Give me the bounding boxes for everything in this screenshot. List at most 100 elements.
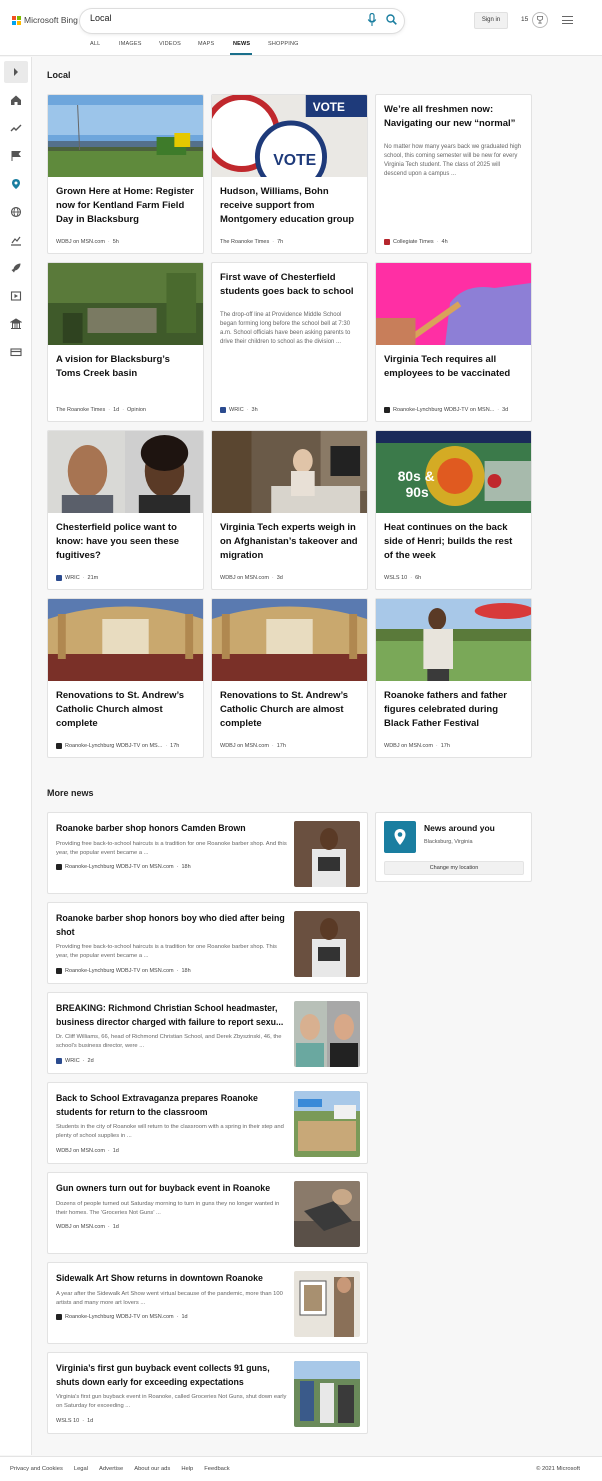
change-location-button[interactable]: Change my location xyxy=(384,861,524,875)
tab-all[interactable]: ALL xyxy=(90,41,100,47)
search-icon[interactable] xyxy=(386,14,397,25)
globe-icon[interactable] xyxy=(10,206,22,218)
bing-logo[interactable]: Microsoft Bing xyxy=(12,15,78,25)
card-title[interactable]: We’re all freshmen now: Navigating our n… xyxy=(384,103,523,131)
trending-icon[interactable] xyxy=(10,122,22,134)
card-title[interactable]: Virginia Tech requires all employees to … xyxy=(384,353,523,381)
card-source: The Roanoke Times xyxy=(220,239,270,245)
card-thumbnail xyxy=(376,599,531,681)
news-card[interactable]: We’re all freshmen now: Navigating our n… xyxy=(375,94,532,254)
sign-in-button[interactable]: Sign in xyxy=(474,12,508,29)
tab-videos[interactable]: VIDEOS xyxy=(159,41,181,47)
flag-icon[interactable] xyxy=(10,150,22,162)
footer-link-legal[interactable]: Legal xyxy=(74,1466,88,1472)
item-title[interactable]: Sidewalk Art Show returns in downtown Ro… xyxy=(56,1272,290,1286)
news-card[interactable]: Renovations to St. Andrew’s Catholic Chu… xyxy=(47,598,204,758)
news-card[interactable]: A vision for Blacksburg’s Toms Creek bas… xyxy=(47,262,204,422)
home-icon[interactable] xyxy=(10,94,22,106)
card-title[interactable]: Grown Here at Home: Register now for Ken… xyxy=(56,185,195,227)
copyright: © 2021 Microsoft xyxy=(536,1466,580,1472)
news-card[interactable]: Virginia Tech requires all employees to … xyxy=(375,262,532,422)
item-title[interactable]: Gun owners turn out for buyback event in… xyxy=(56,1182,290,1196)
item-thumbnail xyxy=(294,1181,360,1247)
card-time: 6h xyxy=(415,575,422,581)
wric-icon xyxy=(220,407,226,413)
card-title[interactable]: Hudson, Williams, Bohn receive support f… xyxy=(220,185,359,227)
tab-maps[interactable]: MAPS xyxy=(198,41,214,47)
search-box[interactable] xyxy=(80,9,404,33)
item-title[interactable]: BREAKING: Richmond Christian School head… xyxy=(56,1002,290,1029)
news-card[interactable]: Grown Here at Home: Register now for Ken… xyxy=(47,94,204,254)
item-snippet: Students in the city of Roanoke will ret… xyxy=(56,1124,284,1139)
card-time: 21m xyxy=(87,575,99,581)
card-time: 7h xyxy=(277,239,284,245)
card-thumbnail xyxy=(48,95,203,177)
rocket-icon[interactable] xyxy=(10,262,22,274)
news-card[interactable]: VOTE VOTE Hudson, Williams, Bohn receive… xyxy=(211,94,368,254)
news-card[interactable]: Roanoke fathers and father figures celeb… xyxy=(375,598,532,758)
location-pin-icon[interactable] xyxy=(10,178,22,190)
card-source: Roanoke-Lynchburg WDBJ-TV on MS... xyxy=(65,743,163,749)
item-time: 18h xyxy=(181,968,191,974)
news-card[interactable]: Virginia Tech experts weigh in on Afghan… xyxy=(211,430,368,590)
card-meta: WRIC · 21m xyxy=(56,575,195,581)
card-title[interactable]: Roanoke fathers and father figures celeb… xyxy=(384,689,523,731)
rewards-count[interactable]: 15 xyxy=(521,16,528,23)
item-thumbnail xyxy=(294,821,360,887)
entertainment-icon[interactable] xyxy=(10,290,22,302)
more-news-item[interactable]: Virginia’s first gun buyback event colle… xyxy=(47,1352,368,1434)
business-chart-icon[interactable] xyxy=(10,234,22,246)
more-news-item[interactable]: Back to School Extravaganza prepares Roa… xyxy=(47,1082,368,1164)
footer-link-advertise[interactable]: Advertise xyxy=(99,1466,123,1472)
item-source: WDBJ on MSN.com xyxy=(56,1224,105,1230)
tab-images[interactable]: IMAGES xyxy=(119,41,142,47)
footer-links: Privacy and Cookies Legal Advertise Abou… xyxy=(10,1466,230,1472)
tab-shopping[interactable]: SHOPPING xyxy=(268,41,299,47)
item-title[interactable]: Roanoke barber shop honors Camden Brown xyxy=(56,822,290,836)
brand-name: Microsoft Bing xyxy=(24,15,78,25)
card-title[interactable]: Virginia Tech experts weigh in on Afghan… xyxy=(220,521,359,563)
card-thumbnail xyxy=(48,431,203,513)
hamburger-menu-icon[interactable] xyxy=(562,16,573,25)
card-title[interactable]: First wave of Chesterfield students goes… xyxy=(220,271,359,299)
item-meta: WSLS 10 · 1d xyxy=(56,1418,94,1424)
item-source: WSLS 10 xyxy=(56,1418,80,1424)
footer-link-help[interactable]: Help xyxy=(181,1466,193,1472)
card-title[interactable]: Chesterfield police want to know: have y… xyxy=(56,521,195,563)
card-time: 3d xyxy=(502,407,509,413)
item-snippet: Providing free back-to-school haircuts i… xyxy=(56,841,287,856)
footer-link-feedback[interactable]: Feedback xyxy=(204,1466,229,1472)
item-snippet: Dr. Cliff Williams, 66, head of Richmond… xyxy=(56,1034,282,1049)
card-meta: WDBJ on MSN.com · 17h xyxy=(384,743,450,749)
item-source: Roanoke-Lynchburg WDBJ-TV on MSN.com xyxy=(65,968,174,974)
more-news-item[interactable]: Sidewalk Art Show returns in downtown Ro… xyxy=(47,1262,368,1344)
card-title[interactable]: Renovations to St. Andrew’s Catholic Chu… xyxy=(56,689,195,731)
search-input[interactable] xyxy=(90,13,350,23)
card-title[interactable]: Renovations to St. Andrew’s Catholic Chu… xyxy=(220,689,359,731)
item-source: WDBJ on MSN.com xyxy=(56,1148,105,1154)
more-news-item[interactable]: Roanoke barber shop honors boy who died … xyxy=(47,902,368,984)
card-title[interactable]: A vision for Blacksburg’s Toms Creek bas… xyxy=(56,353,195,381)
tab-news[interactable]: NEWS xyxy=(233,41,250,47)
news-card[interactable]: Renovations to St. Andrew’s Catholic Chu… xyxy=(211,598,368,758)
money-icon[interactable] xyxy=(10,346,22,358)
more-news-item[interactable]: Gun owners turn out for buyback event in… xyxy=(47,1172,368,1254)
card-title[interactable]: Heat continues on the back side of Henri… xyxy=(384,521,523,563)
more-news-item[interactable]: BREAKING: Richmond Christian School head… xyxy=(47,992,368,1074)
more-news-item[interactable]: Roanoke barber shop honors Camden Brown … xyxy=(47,812,368,894)
item-title[interactable]: Back to School Extravaganza prepares Roa… xyxy=(56,1092,290,1119)
news-card[interactable]: Chesterfield police want to know: have y… xyxy=(47,430,204,590)
item-source: Roanoke-Lynchburg WDBJ-TV on MSN.com xyxy=(65,1314,174,1320)
chevron-right-icon xyxy=(14,68,18,76)
news-card[interactable]: First wave of Chesterfield students goes… xyxy=(211,262,368,422)
expand-sidebar-button[interactable] xyxy=(4,61,28,83)
microphone-icon[interactable] xyxy=(367,13,377,27)
news-card[interactable]: 80s & 90s Heat continues on the back sid… xyxy=(375,430,532,590)
page-footer: Privacy and Cookies Legal Advertise Abou… xyxy=(0,1456,602,1481)
footer-link-privacy[interactable]: Privacy and Cookies xyxy=(10,1466,63,1472)
footer-link-about-ads[interactable]: About our ads xyxy=(134,1466,170,1472)
rewards-trophy-icon[interactable] xyxy=(532,12,548,28)
politics-icon[interactable] xyxy=(10,318,22,330)
item-title[interactable]: Virginia’s first gun buyback event colle… xyxy=(56,1362,290,1389)
item-title[interactable]: Roanoke barber shop honors boy who died … xyxy=(56,912,290,939)
